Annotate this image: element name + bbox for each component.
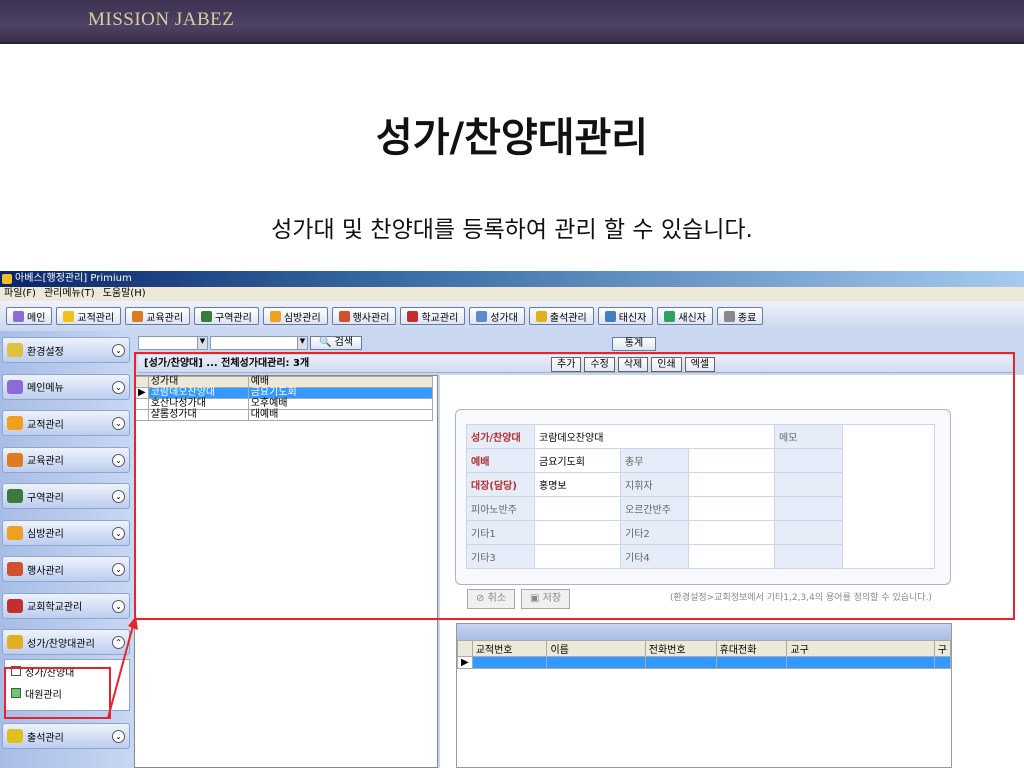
menu-manage[interactable]: 관리메뉴(T) (44, 287, 95, 301)
chevron-icon[interactable]: ⌄ (112, 344, 125, 357)
sidebar-item[interactable]: 메인메뉴 ⌄ (2, 373, 130, 400)
sidebar-item[interactable]: 심방관리 ⌄ (2, 519, 130, 546)
arrow-icon (107, 616, 138, 719)
toolbar-icon (476, 310, 488, 322)
member-grid: 교적번호 이름 전화번호 휴대전화 교구 구 ▶ (456, 623, 952, 768)
chevron-icon[interactable]: ⌄ (112, 453, 125, 467)
toolbar-icon (338, 310, 350, 322)
sidebar-icon (7, 489, 23, 503)
sidebar-icon (7, 416, 23, 430)
search-field-select[interactable]: ▼ (210, 336, 308, 350)
column-header[interactable]: 교구 (786, 640, 935, 657)
column-header[interactable]: 교적번호 (471, 640, 548, 657)
highlight-rect (4, 667, 111, 719)
sidebar-item[interactable]: 행사관리 ⌄ (2, 556, 130, 582)
sidebar-icon (7, 635, 23, 649)
sidebar-icon (7, 452, 23, 467)
toolbar-button[interactable]: 행사관리 (331, 307, 397, 325)
search-button[interactable]: 🔍 검색 (310, 336, 363, 350)
chevron-icon[interactable]: ⌄ (112, 599, 125, 613)
app-icon (2, 274, 12, 284)
search-category-select[interactable]: ▼ (138, 336, 208, 350)
column-header[interactable]: 전화번호 (644, 640, 717, 657)
column-header[interactable]: 이름 (546, 640, 646, 657)
window-title: 아베스[행정관리] Primium (15, 273, 132, 284)
sidebar-item[interactable]: 출석관리 ⌄ (2, 723, 130, 749)
toolbar-icon (13, 310, 24, 322)
toolbar-icon (664, 310, 676, 322)
column-header[interactable]: 휴대전화 (715, 640, 788, 657)
sidebar-icon (7, 525, 23, 540)
toolbar-icon (201, 310, 213, 322)
chevron-down-icon: ▼ (297, 337, 307, 349)
toolbar-icon (63, 310, 75, 322)
banner: MISSION JABEZ (0, 0, 1024, 44)
sidebar-icon (7, 729, 23, 743)
chevron-icon[interactable]: ⌄ (112, 380, 125, 394)
table-row[interactable]: ▶ (457, 656, 952, 669)
menu-help[interactable]: 도움말(H) (103, 287, 146, 301)
chevron-down-icon: ▼ (197, 337, 207, 349)
toolbar-button[interactable]: 교적관리 (56, 307, 122, 325)
toolbar-icon (269, 310, 281, 322)
chevron-icon[interactable]: ⌄ (112, 417, 125, 430)
toolbar-button[interactable]: 성가대 (469, 307, 525, 325)
chevron-icon[interactable]: ⌄ (112, 526, 125, 540)
toolbar: 메인 교적관리 교육관리 구역관리 심방관리 행사관리 학교관리 성가대 출석관리 태신자 새신자 종… (0, 301, 1024, 331)
toolbar-button[interactable]: 태신자 (597, 307, 654, 325)
sidebar-item[interactable]: 환경설정 ⌄ (2, 337, 130, 363)
sidebar-item[interactable]: 교육관리 ⌄ (2, 446, 130, 473)
titlebar: 아베스[행정관리] Primium (0, 271, 1024, 287)
toolbar-button[interactable]: 종료 (716, 307, 764, 325)
member-grid-header-band (457, 624, 951, 640)
highlight-rect (134, 352, 1015, 620)
toolbar-icon (723, 310, 735, 322)
sidebar-icon (7, 379, 23, 394)
toolbar-icon (604, 310, 616, 322)
stats-button[interactable]: 통계 (612, 337, 656, 351)
chevron-icon[interactable]: ⌄ (112, 730, 125, 743)
toolbar-button[interactable]: 심방관리 (262, 307, 328, 325)
sidebar-icon (7, 343, 23, 357)
toolbar-button[interactable]: 구역관리 (194, 307, 259, 325)
sidebar-item[interactable]: 교적관리 ⌄ (2, 410, 130, 436)
menu-file[interactable]: 파일(F) (4, 287, 36, 301)
chevron-icon[interactable]: ⌄ (112, 563, 125, 576)
toolbar-icon (535, 310, 547, 322)
chevron-icon[interactable]: ⌄ (112, 490, 125, 503)
sidebar-icon (7, 562, 23, 576)
column-header[interactable]: 구 (933, 640, 952, 657)
toolbar-button[interactable]: 메인 (6, 307, 53, 325)
toolbar-icon (407, 310, 419, 322)
sidebar-icon (7, 598, 23, 613)
search-row: ▼ ▼ 🔍 검색 (138, 336, 363, 350)
search-icon: 🔍 (319, 337, 332, 348)
toolbar-button[interactable]: 새신자 (657, 307, 713, 325)
sidebar-item[interactable]: 구역관리 ⌄ (2, 483, 130, 509)
toolbar-button[interactable]: 교육관리 (125, 307, 191, 325)
slide-title: 성가/찬양대관리 (375, 115, 649, 161)
toolbar-button[interactable]: 출석관리 (528, 307, 594, 325)
toolbar-icon (132, 310, 144, 322)
logo: MISSION JABEZ (88, 9, 235, 30)
menubar: 파일(F) 관리메뉴(T) 도움말(H) (0, 287, 1024, 301)
slide-subtitle: 성가대 및 찬양대를 등록하여 관리 할 수 있습니다. (271, 217, 753, 243)
toolbar-button[interactable]: 학교관리 (400, 307, 466, 325)
